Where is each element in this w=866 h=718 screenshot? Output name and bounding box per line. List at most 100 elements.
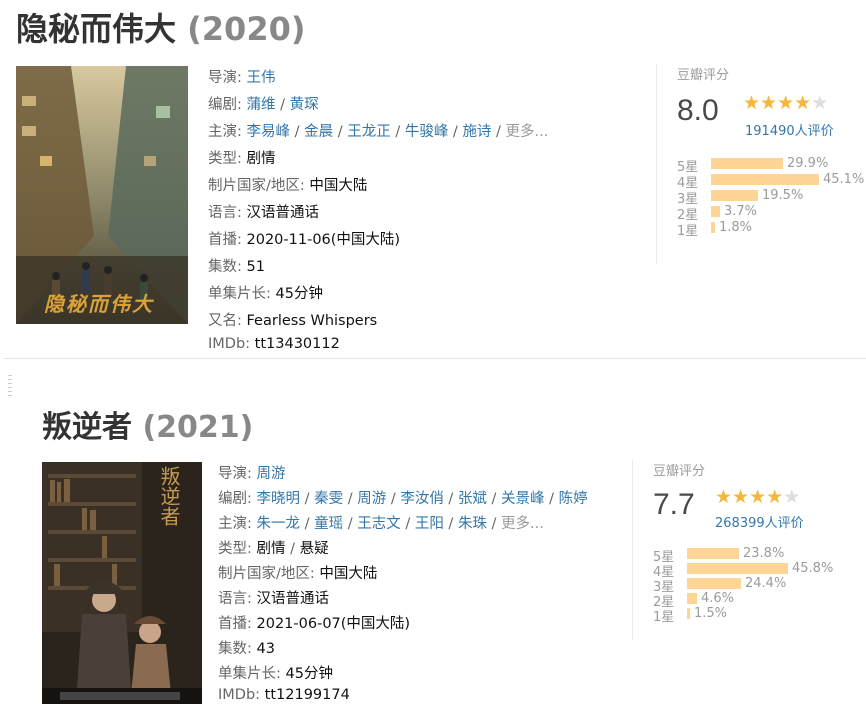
cast-link[interactable]: 王阳 xyxy=(415,516,444,532)
info-country: 制片国家/地区: 中国大陆 xyxy=(208,174,367,195)
writer-link[interactable]: 陈婷 xyxy=(559,491,588,507)
language-value: 汉语普通话 xyxy=(246,205,320,221)
runtime-label: 单集片长: xyxy=(208,286,271,302)
imdb-value: tt13430112 xyxy=(254,336,340,352)
info-director: 导演: 王伟 xyxy=(208,66,276,87)
rating-bar xyxy=(711,206,720,217)
movie-title: 叛逆者 (2021) xyxy=(42,402,253,446)
rating-stars: ★ ★ ★ ★ ★ xyxy=(715,488,800,507)
runtime-label: 单集片长: xyxy=(218,666,281,682)
country-value: 中国大陆 xyxy=(319,566,378,582)
rating-bar-row: 2星 4.6% xyxy=(653,591,833,610)
rating-bar-percent: 45.8% xyxy=(792,561,834,576)
genre-label: 类型: xyxy=(208,151,242,167)
cast-more-link[interactable]: 更多... xyxy=(501,516,544,532)
cast-link[interactable]: 童瑶 xyxy=(314,516,343,532)
rating-bar-row: 3星 19.5% xyxy=(677,188,857,207)
writer-link[interactable]: 张斌 xyxy=(458,491,487,507)
info-cast: 主演: 朱一龙 / 童瑶 / 王志文 / 王阳 / 朱珠 / 更多... xyxy=(218,516,544,532)
info-episodes: 集数: 43 xyxy=(218,637,275,658)
info-cast: 主演: 李易峰 / 金晨 / 王龙正 / 牛骏峰 / 施诗 / 更多... xyxy=(208,124,549,140)
rating-bar xyxy=(711,190,758,201)
star-full-icon: ★ xyxy=(760,92,778,114)
rating-label: 豆瓣评分 xyxy=(677,68,730,83)
rating-bar-row: 5星 29.9% xyxy=(677,156,857,175)
country-label: 制片国家/地区: xyxy=(208,178,305,194)
rating-score: 7.7 xyxy=(653,488,695,521)
rating-bar-percent: 1.8% xyxy=(719,220,753,235)
cast-link[interactable]: 王龙正 xyxy=(347,124,391,140)
rating-panel: 豆瓣评分 7.7 ★ ★ ★ ★ ★ 268399人评价 5星 23.8% 4星 45… xyxy=(632,460,833,640)
runtime-value: 45分钟 xyxy=(285,666,333,682)
cast-link[interactable]: 朱珠 xyxy=(458,516,487,532)
genre-label: 类型: xyxy=(218,541,252,557)
writer-link[interactable]: 周游 xyxy=(357,491,386,507)
director-label: 导演: xyxy=(208,70,242,86)
cast-link[interactable]: 李易峰 xyxy=(247,124,291,140)
writer-link[interactable]: 李汝俏 xyxy=(400,491,444,507)
writer-link[interactable]: 黄琛 xyxy=(290,97,319,113)
writer-link[interactable]: 秦雯 xyxy=(314,491,343,507)
writer-link[interactable]: 蒲维 xyxy=(247,97,276,113)
rating-bar-row: 3星 24.4% xyxy=(653,576,833,595)
info-country: 制片国家/地区: 中国大陆 xyxy=(218,562,377,583)
rating-bar-row: 4星 45.1% xyxy=(677,172,864,191)
info-director: 导演: 周游 xyxy=(218,462,286,483)
star-full-icon: ★ xyxy=(715,486,733,508)
rating-bar-row: 5星 23.8% xyxy=(653,546,833,565)
writer-link[interactable]: 关景峰 xyxy=(501,491,545,507)
rating-bar-row: 1星 1.5% xyxy=(653,606,833,625)
rating-bar-row: 2星 3.7% xyxy=(677,204,857,223)
rating-bar xyxy=(711,158,783,169)
rating-bar-label: 1星 xyxy=(677,224,699,239)
movie-title: 隐秘而伟大 (2020) xyxy=(16,4,305,50)
episodes-value: 51 xyxy=(246,259,265,275)
section-divider xyxy=(4,358,866,359)
info-runtime: 单集片长: 45分钟 xyxy=(208,282,323,303)
cast-label: 主演: xyxy=(208,124,242,140)
language-label: 语言: xyxy=(218,591,252,607)
poster-title-text: 叛逆者 xyxy=(157,466,181,526)
country-value: 中国大陆 xyxy=(309,178,368,194)
genre-value: 悬疑 xyxy=(299,541,329,557)
cast-more-link[interactable]: 更多... xyxy=(506,124,549,140)
director-link[interactable]: 周游 xyxy=(257,466,286,482)
star-full-icon: ★ xyxy=(732,486,750,508)
rating-stars: ★ ★ ★ ★ ★ xyxy=(743,94,828,113)
rating-bar-percent: 4.6% xyxy=(701,591,735,606)
info-episodes: 集数: 51 xyxy=(208,255,265,276)
info-genre: 类型: 剧情 / 悬疑 xyxy=(218,541,329,557)
poster-title-text: 隐秘而伟大 xyxy=(44,292,154,316)
cast-link[interactable]: 施诗 xyxy=(462,124,491,140)
cast-link[interactable]: 金晨 xyxy=(304,124,333,140)
info-writers: 编剧: 李晓明 / 秦雯 / 周游 / 李汝俏 / 张斌 / 关景峰 / 陈婷 xyxy=(218,491,588,507)
cast-link[interactable]: 牛骏峰 xyxy=(405,124,449,140)
star-full-icon: ★ xyxy=(743,92,761,114)
rating-distribution: 5星 29.9% 4星 45.1% 3星 19.5% 2星 3.7% 1星 1.8% xyxy=(677,156,864,246)
cast-label: 主演: xyxy=(218,516,252,532)
rating-bar-row: 1星 1.8% xyxy=(677,220,857,239)
rating-votes-link[interactable]: 268399人评价 xyxy=(715,512,804,531)
country-label: 制片国家/地区: xyxy=(218,566,315,582)
genre-value: 剧情 xyxy=(256,541,286,557)
info-premiere: 首播: 2020-11-06(中国大陆) xyxy=(208,228,400,249)
writer-label: 编剧: xyxy=(218,491,252,507)
writer-link[interactable]: 李晓明 xyxy=(257,491,301,507)
cast-link[interactable]: 朱一龙 xyxy=(257,516,301,532)
rating-bar-percent: 45.1% xyxy=(823,172,865,187)
dotted-guide xyxy=(8,375,12,399)
episodes-label: 集数: xyxy=(218,641,252,657)
imdb-label: IMDb: xyxy=(208,336,251,352)
rating-votes-link[interactable]: 191490人评价 xyxy=(745,120,834,139)
title-year: (2020) xyxy=(187,10,306,48)
language-value: 汉语普通话 xyxy=(256,591,330,607)
poster-image[interactable]: 隐秘而伟大 xyxy=(16,66,188,324)
poster-image[interactable]: 叛逆者 xyxy=(42,462,202,704)
info-imdb: IMDb: tt13430112 xyxy=(208,336,340,352)
director-link[interactable]: 王伟 xyxy=(247,70,276,86)
cast-link[interactable]: 王志文 xyxy=(357,516,401,532)
premiere-value: 2021-06-07(中国大陆) xyxy=(256,616,411,632)
star-full-icon: ★ xyxy=(766,486,784,508)
movie-info: 导演: 周游 编剧: 李晓明 / 秦雯 / 周游 / 李汝俏 / 张斌 / 关景… xyxy=(218,462,628,712)
rating-bar-percent: 3.7% xyxy=(724,204,758,219)
